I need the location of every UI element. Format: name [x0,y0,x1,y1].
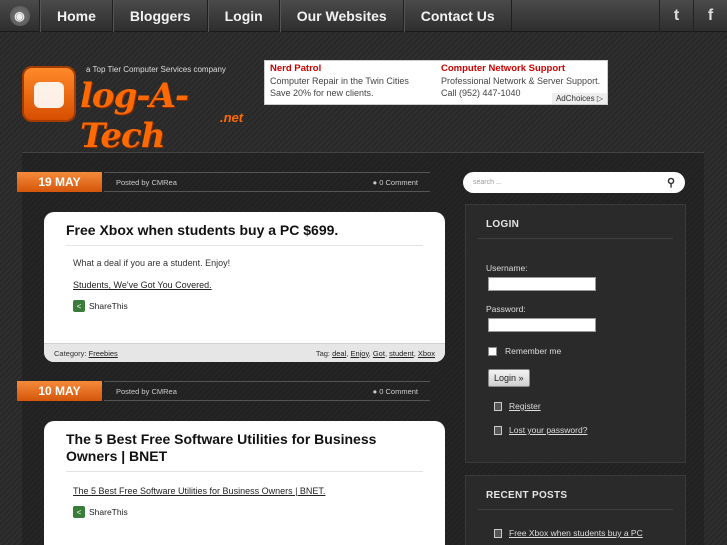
post-meta: Posted by CMRea ● 0 Comment [104,172,430,192]
sharethis-button[interactable]: < ShareThis [73,300,416,312]
recent-post-item: Free Xbox when students buy a PC [466,528,685,538]
post-date: 19 MAY [17,172,102,192]
post-title[interactable]: Free Xbox when students buy a PC $699. [44,212,445,245]
login-title: LOGIN [486,219,520,230]
search-icon[interactable]: ⚲ [667,176,675,189]
post-card: The 5 Best Free Software Utilities for B… [44,421,445,545]
nav-our-websites[interactable]: Our Websites [279,0,404,32]
username-field[interactable] [488,277,596,291]
share-icon: < [73,506,85,518]
remember-me[interactable]: Remember me [466,346,685,356]
search-input[interactable]: search ... ⚲ [463,172,685,193]
rss-button[interactable]: ◉ [0,0,40,32]
ad-left-text: Computer Repair in the Twin Cities Save … [270,76,409,98]
adchoices-link[interactable]: AdChoices ▷ [551,93,607,104]
ad-banner[interactable]: Nerd Patrol Computer Repair in the Twin … [264,60,608,105]
login-widget: LOGIN Username: Password: Remember me Lo… [465,204,686,463]
recent-post-link[interactable]: Free Xbox when students buy a PC [509,528,643,538]
login-button[interactable]: Login » [488,369,530,387]
comment-count[interactable]: ● 0 Comment [373,387,418,396]
post-author: Posted by CMRea [116,177,177,187]
post-category: Category: Freebies [54,348,118,358]
ad-left-title[interactable]: Nerd Patrol [270,63,431,75]
nav-bloggers[interactable]: Bloggers [112,0,208,32]
rss-icon: ◉ [9,6,30,26]
top-nav-bar: ◉ Home Bloggers Login Our Websites Conta… [0,0,727,32]
document-icon [494,401,502,411]
post-title[interactable]: The 5 Best Free Software Utilities for B… [44,421,445,471]
post-date: 10 MAY [17,381,102,401]
twitter-icon[interactable]: t [659,0,693,32]
document-icon [494,425,502,435]
main-nav: Home Bloggers Login Our Websites Contact… [40,0,512,32]
logo-suffix: .net [220,110,244,125]
ad-left[interactable]: Nerd Patrol Computer Repair in the Twin … [265,61,436,104]
recent-posts-title: RECENT POSTS [486,490,568,501]
post-card: Free Xbox when students buy a PC $699. W… [44,212,445,362]
tag-link[interactable]: student [389,349,414,358]
post-author: Posted by CMRea [116,386,177,396]
tag-link[interactable]: deal [332,349,346,358]
comment-count[interactable]: ● 0 Comment [373,178,418,187]
nav-login[interactable]: Login [207,0,280,32]
nav-contact-us[interactable]: Contact Us [403,0,512,32]
share-icon: < [73,300,85,312]
category-link[interactable]: Freebies [89,349,118,358]
password-label: Password: [486,304,526,314]
sharethis-button[interactable]: < ShareThis [73,506,416,518]
facebook-icon[interactable]: f [693,0,727,32]
register-link-row: Register [466,401,685,411]
ad-right-title[interactable]: Computer Network Support [441,63,602,75]
nav-home[interactable]: Home [40,0,113,32]
site-tagline: a Top Tier Computer Services company [86,65,226,74]
recent-posts-widget: RECENT POSTS Free Xbox when students buy… [465,475,686,545]
social-links: t f [659,0,727,32]
register-link[interactable]: Register [509,401,541,411]
tag-link[interactable]: Xbox [418,349,435,358]
search-placeholder: search ... [473,179,502,186]
tag-link[interactable]: Got [373,349,385,358]
post-footer: Category: Freebies Tag: deal, Enjoy, Got… [44,343,445,362]
tag-link[interactable]: Enjoy [350,349,368,358]
document-icon [494,528,502,538]
password-field[interactable] [488,318,596,332]
post-tags: Tag: deal, Enjoy, Got, student, Xbox [315,348,435,358]
post-meta: Posted by CMRea ● 0 Comment [104,381,430,401]
remember-checkbox[interactable] [488,346,497,356]
blogger-logo-icon [22,66,76,122]
site-logo[interactable]: a Top Tier Computer Services company log… [22,62,257,156]
lost-password-link[interactable]: Lost your password? [509,425,587,435]
post-link[interactable]: Students, We've Got You Covered. [73,280,212,290]
lost-password-row: Lost your password? [466,425,685,435]
post-link[interactable]: The 5 Best Free Software Utilities for B… [73,486,325,496]
post-text: What a deal if you are a student. Enjoy! [73,258,231,268]
username-label: Username: [486,263,528,273]
